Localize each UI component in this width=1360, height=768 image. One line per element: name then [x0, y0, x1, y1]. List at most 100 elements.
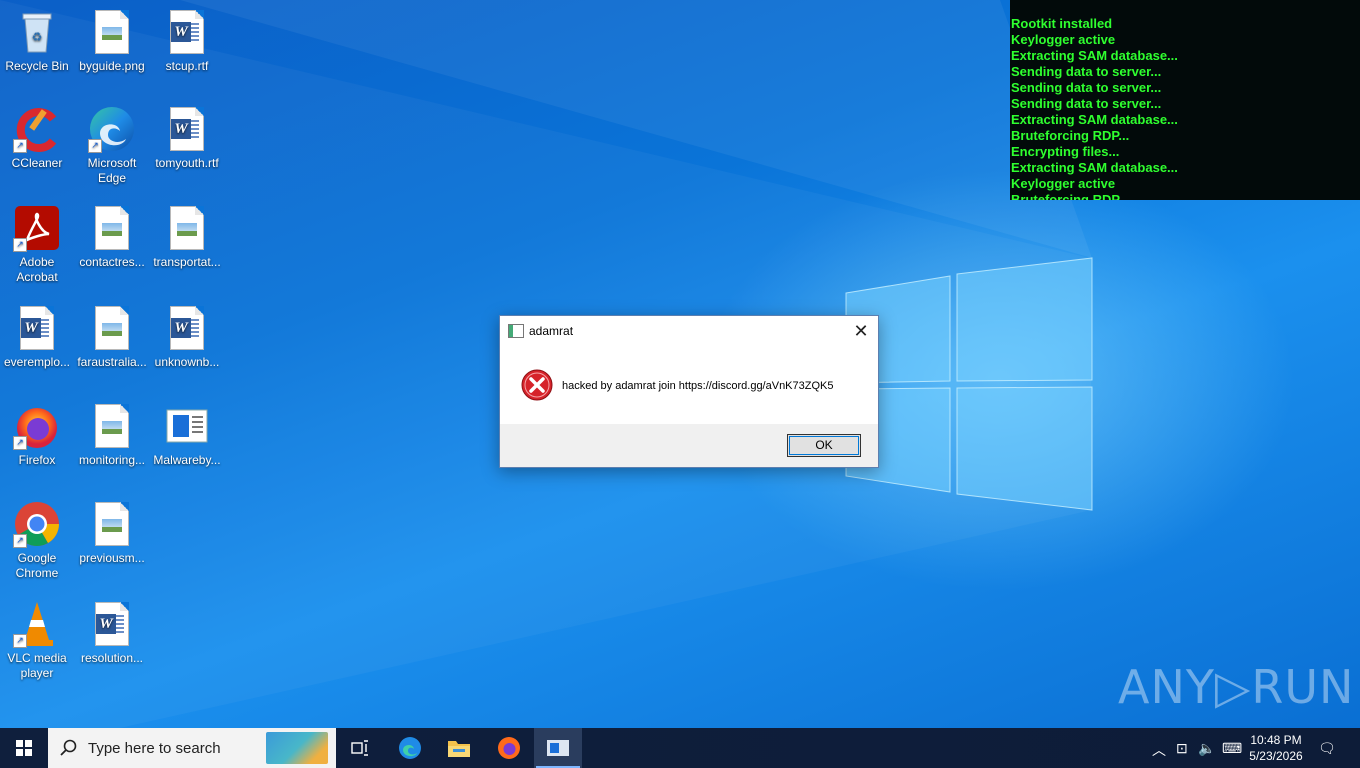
search-box[interactable]: Type here to search: [48, 728, 336, 768]
ok-button[interactable]: OK: [787, 434, 861, 457]
clock-time: 10:48 PM: [1250, 733, 1302, 747]
hacker-console-window: Rootkit installed Keylogger active Extra…: [1010, 0, 1360, 200]
icon-label: Microsoft Edge: [87, 156, 137, 185]
desktop-icon-transportat[interactable]: transportat...: [150, 204, 224, 270]
dialog-title: adamrat: [529, 324, 574, 338]
icon-label: byguide.png: [79, 59, 145, 73]
taskbar-adamrat[interactable]: [534, 728, 582, 768]
google-chrome-icon: ↗: [13, 500, 61, 548]
taskbar-file-explorer[interactable]: [434, 728, 482, 768]
microsoft-edge-icon: [399, 737, 421, 759]
icon-label: monitoring...: [78, 453, 146, 467]
console-line: Extracting SAM database...: [1011, 160, 1178, 175]
taskbar-firefox[interactable]: [484, 728, 532, 768]
desktop-icon-previousm[interactable]: previousm...: [75, 500, 149, 566]
network-icon[interactable]: ⊡: [1176, 740, 1188, 757]
watermark: ANY▷RUN: [1118, 660, 1355, 714]
desktop-icon-google-chrome[interactable]: ↗ Google Chrome: [0, 500, 74, 581]
desktop-icon-faraustralia[interactable]: faraustralia...: [75, 304, 149, 370]
desktop-icon-resolution[interactable]: W resolution...: [75, 600, 149, 666]
message-dialog: adamrat ✕ hacked by adamrat join https:/…: [499, 315, 879, 468]
search-icon: [60, 739, 77, 756]
image-file-icon: [163, 204, 211, 252]
console-line: Encrypting files...: [1011, 144, 1120, 159]
firefox-icon: [498, 737, 520, 759]
shortcut-arrow-icon: ↗: [13, 534, 27, 548]
firefox-icon: ↗: [13, 402, 61, 450]
start-button[interactable]: [0, 728, 48, 768]
console-output: Rootkit installed Keylogger active Extra…: [1010, 0, 1360, 200]
clock[interactable]: 10:48 PM 5/23/2026: [1232, 732, 1320, 764]
icon-label: Recycle Bin: [5, 59, 69, 73]
folder-icon: [448, 741, 470, 757]
icon-label: VLC media player: [7, 651, 67, 680]
desktop-icon-adobe-acrobat[interactable]: ↗ Adobe Acrobat: [0, 204, 74, 285]
search-highlight-image: [266, 732, 328, 764]
desktop-icon-firefox[interactable]: ↗ Firefox: [0, 402, 74, 468]
console-line: Bruteforcing RDP...: [1011, 128, 1130, 143]
volume-icon[interactable]: 🔈: [1198, 740, 1215, 757]
shortcut-arrow-icon: ↗: [13, 436, 27, 450]
dialog-titlebar[interactable]: adamrat ✕: [500, 316, 878, 346]
image-file-icon: [88, 8, 136, 56]
icon-label: transportat...: [153, 255, 221, 269]
icon-label: everemplo...: [3, 355, 71, 369]
icon-label: unknownb...: [154, 355, 220, 369]
chevron-up-icon[interactable]: ︿: [1152, 740, 1166, 760]
microsoft-edge-icon: ↗: [88, 105, 136, 153]
icon-label: contactres...: [79, 255, 145, 269]
console-line: Sending data to server...: [1011, 96, 1162, 111]
console-line: Extracting SAM database...: [1011, 48, 1178, 63]
desktop-icon-contactres[interactable]: contactres...: [75, 204, 149, 270]
word-document-icon: W: [163, 105, 211, 153]
console-line: Bruteforcing RDP...: [1011, 192, 1130, 200]
word-document-icon: W: [88, 600, 136, 648]
desktop-icon-malwareby[interactable]: Malwareby...: [150, 402, 224, 468]
console-line: Keylogger active: [1011, 176, 1116, 191]
dialog-message: hacked by adamrat join https://discord.g…: [562, 380, 834, 392]
shortcut-arrow-icon: ↗: [13, 634, 27, 648]
recycle-bin-icon: ♻: [13, 8, 61, 56]
icon-label: faraustralia...: [77, 355, 147, 369]
word-document-icon: W: [13, 304, 61, 352]
search-placeholder: Type here to search: [88, 740, 221, 757]
desktop-icon-byguide[interactable]: byguide.png: [75, 8, 149, 74]
shortcut-arrow-icon: ↗: [88, 139, 102, 153]
notification-icon[interactable]: 🗨: [1318, 740, 1336, 757]
desktop-icon-tomyouth[interactable]: W tomyouth.rtf: [150, 105, 224, 171]
app-icon: [508, 324, 524, 338]
dialog-footer: OK: [500, 424, 878, 467]
application-window-icon: [547, 740, 569, 756]
close-button[interactable]: ✕: [850, 320, 872, 342]
windows-logo-icon: [16, 740, 32, 756]
console-line: Keylogger active: [1011, 32, 1116, 47]
desktop-icon-everemplo[interactable]: W everemplo...: [0, 304, 74, 370]
desktop-icon-ccleaner[interactable]: ↗ CCleaner: [0, 105, 74, 171]
desktop-icon-monitoring[interactable]: monitoring...: [75, 402, 149, 468]
word-document-icon: W: [163, 8, 211, 56]
desktop-icon-vlc-media-player[interactable]: ↗ VLC media player: [0, 600, 74, 681]
shortcut-arrow-icon: ↗: [13, 139, 27, 153]
icon-label: Adobe Acrobat: [16, 255, 58, 284]
icon-label: Google Chrome: [15, 551, 59, 580]
icon-label: previousm...: [79, 551, 145, 565]
ccleaner-icon: ↗: [13, 105, 61, 153]
desktop-icon-stcup[interactable]: W stcup.rtf: [150, 8, 224, 74]
image-file-icon: [88, 204, 136, 252]
icon-label: tomyouth.rtf: [155, 156, 219, 170]
adobe-acrobat-icon: ↗: [13, 204, 61, 252]
word-document-icon: W: [163, 304, 211, 352]
taskbar-edge[interactable]: [386, 728, 434, 768]
image-file-icon: [88, 500, 136, 548]
image-file-icon: [88, 304, 136, 352]
desktop-icon-microsoft-edge[interactable]: ↗ Microsoft Edge: [75, 105, 149, 186]
icon-label: CCleaner: [11, 156, 63, 170]
task-view-button[interactable]: [336, 728, 384, 768]
desktop-icon-unknownb[interactable]: W unknownb...: [150, 304, 224, 370]
desktop-icon-recycle-bin[interactable]: ♻ Recycle Bin: [0, 8, 74, 74]
console-line: Sending data to server...: [1011, 64, 1162, 79]
clock-date: 5/23/2026: [1249, 749, 1303, 763]
svg-text:♻: ♻: [32, 30, 43, 44]
task-view-icon: [351, 740, 368, 756]
taskbar: Type here to search ︿ ⊡ 🔈 ⌨ 10:48 PM 5/2…: [0, 728, 1360, 768]
